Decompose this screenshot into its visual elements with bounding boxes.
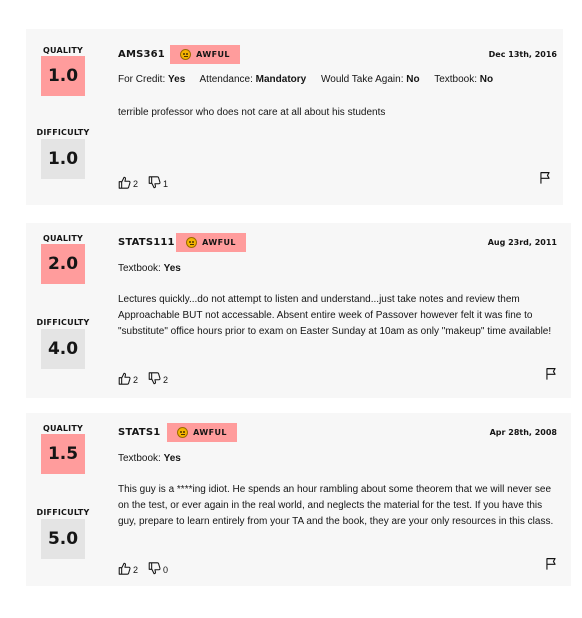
- thumbs-up-icon: [118, 176, 131, 189]
- quality-score: 1.0: [41, 56, 85, 96]
- difficulty-label: DIFFICULTY: [36, 508, 90, 517]
- flag-icon: [540, 172, 550, 184]
- meta-label: Textbook:: [118, 453, 161, 464]
- review-meta: For Credit: Yes Attendance: Mandatory Wo…: [118, 74, 505, 85]
- thumbs-up-icon: [118, 562, 131, 575]
- difficulty-label: DIFFICULTY: [36, 318, 90, 327]
- review-comment: This guy is a ****ing idiot. He spends a…: [118, 484, 554, 527]
- course-code: AMS361: [118, 49, 165, 60]
- thumbs-up-button[interactable]: 2: [118, 562, 138, 575]
- frown-face-icon: [186, 237, 198, 248]
- review-date: Dec 13th, 2016: [488, 50, 557, 59]
- meta-label: Attendance:: [199, 74, 253, 85]
- review-comment: Lectures quickly...do not attempt to lis…: [118, 294, 552, 337]
- difficulty-score: 4.0: [41, 329, 85, 369]
- tag-label: AWFUL: [193, 428, 227, 437]
- review-meta: Textbook: Yes: [118, 263, 193, 274]
- thumbs-down-icon: [148, 562, 161, 575]
- flag-icon: [546, 368, 556, 380]
- difficulty-score: 5.0: [41, 519, 85, 559]
- meta-value: No: [406, 74, 420, 85]
- thumbs-down-icon: [148, 176, 161, 189]
- report-flag-button[interactable]: [545, 557, 557, 575]
- quality-score: 1.5: [41, 434, 85, 474]
- thumbs-up-count: 2: [133, 179, 139, 189]
- quality-score: 2.0: [41, 244, 85, 284]
- meta-label: Would Take Again:: [321, 74, 404, 85]
- rating-card: QUALITY 1.5 DIFFICULTY 5.0 STATS1 AWFUL …: [26, 413, 571, 586]
- meta-value: Yes: [163, 453, 181, 464]
- course-code: STATS1: [118, 427, 161, 438]
- vote-row: 2 0: [118, 561, 178, 575]
- meta-label: Textbook:: [118, 263, 161, 274]
- meta-value: Yes: [168, 74, 186, 85]
- rating-column: QUALITY 1.5 DIFFICULTY 5.0: [26, 413, 100, 586]
- vote-row: 2 2: [118, 371, 178, 385]
- quality-label: QUALITY: [43, 424, 83, 433]
- thumbs-up-count: 2: [133, 565, 139, 575]
- thumbs-down-button[interactable]: 1: [148, 176, 168, 189]
- thumbs-up-button[interactable]: 2: [118, 372, 138, 385]
- awful-tag: AWFUL: [170, 45, 240, 64]
- rating-card: QUALITY 1.0 DIFFICULTY 1.0 AMS361 AWFUL …: [26, 29, 563, 205]
- rating-column: QUALITY 1.0 DIFFICULTY 1.0: [26, 29, 100, 205]
- meta-value: Mandatory: [255, 74, 307, 85]
- thumbs-up-button[interactable]: 2: [118, 176, 138, 189]
- review-meta: Textbook: Yes: [118, 453, 193, 464]
- difficulty-label: DIFFICULTY: [36, 128, 90, 137]
- thumbs-down-count: 2: [163, 375, 169, 385]
- meta-value: Yes: [163, 263, 181, 274]
- report-flag-button[interactable]: [545, 367, 557, 385]
- rating-card: QUALITY 2.0 DIFFICULTY 4.0 STATS111 AWFU…: [26, 223, 571, 398]
- report-flag-button[interactable]: [539, 171, 551, 189]
- thumbs-up-icon: [118, 372, 131, 385]
- tag-label: AWFUL: [202, 238, 236, 247]
- thumbs-up-count: 2: [133, 375, 139, 385]
- thumbs-down-count: 1: [163, 179, 169, 189]
- thumbs-down-icon: [148, 372, 161, 385]
- meta-label: For Credit:: [118, 74, 166, 85]
- review-comment: terrible professor who does not care at …: [118, 107, 386, 118]
- thumbs-down-button[interactable]: 2: [148, 372, 168, 385]
- course-code: STATS111: [118, 237, 175, 248]
- tag-label: AWFUL: [196, 50, 230, 59]
- awful-tag: AWFUL: [176, 233, 246, 252]
- review-date: Aug 23rd, 2011: [487, 238, 557, 247]
- review-date: Apr 28th, 2008: [489, 428, 557, 437]
- rating-column: QUALITY 2.0 DIFFICULTY 4.0: [26, 223, 100, 398]
- difficulty-score: 1.0: [41, 139, 85, 179]
- thumbs-down-count: 0: [163, 565, 169, 575]
- meta-label: Textbook:: [434, 74, 478, 85]
- quality-label: QUALITY: [43, 46, 83, 55]
- flag-icon: [546, 558, 556, 570]
- vote-row: 2 1: [118, 175, 178, 189]
- quality-label: QUALITY: [43, 234, 83, 243]
- awful-tag: AWFUL: [167, 423, 237, 442]
- frown-face-icon: [177, 427, 189, 438]
- frown-face-icon: [180, 49, 192, 60]
- meta-value: No: [479, 74, 494, 85]
- thumbs-down-button[interactable]: 0: [148, 562, 168, 575]
